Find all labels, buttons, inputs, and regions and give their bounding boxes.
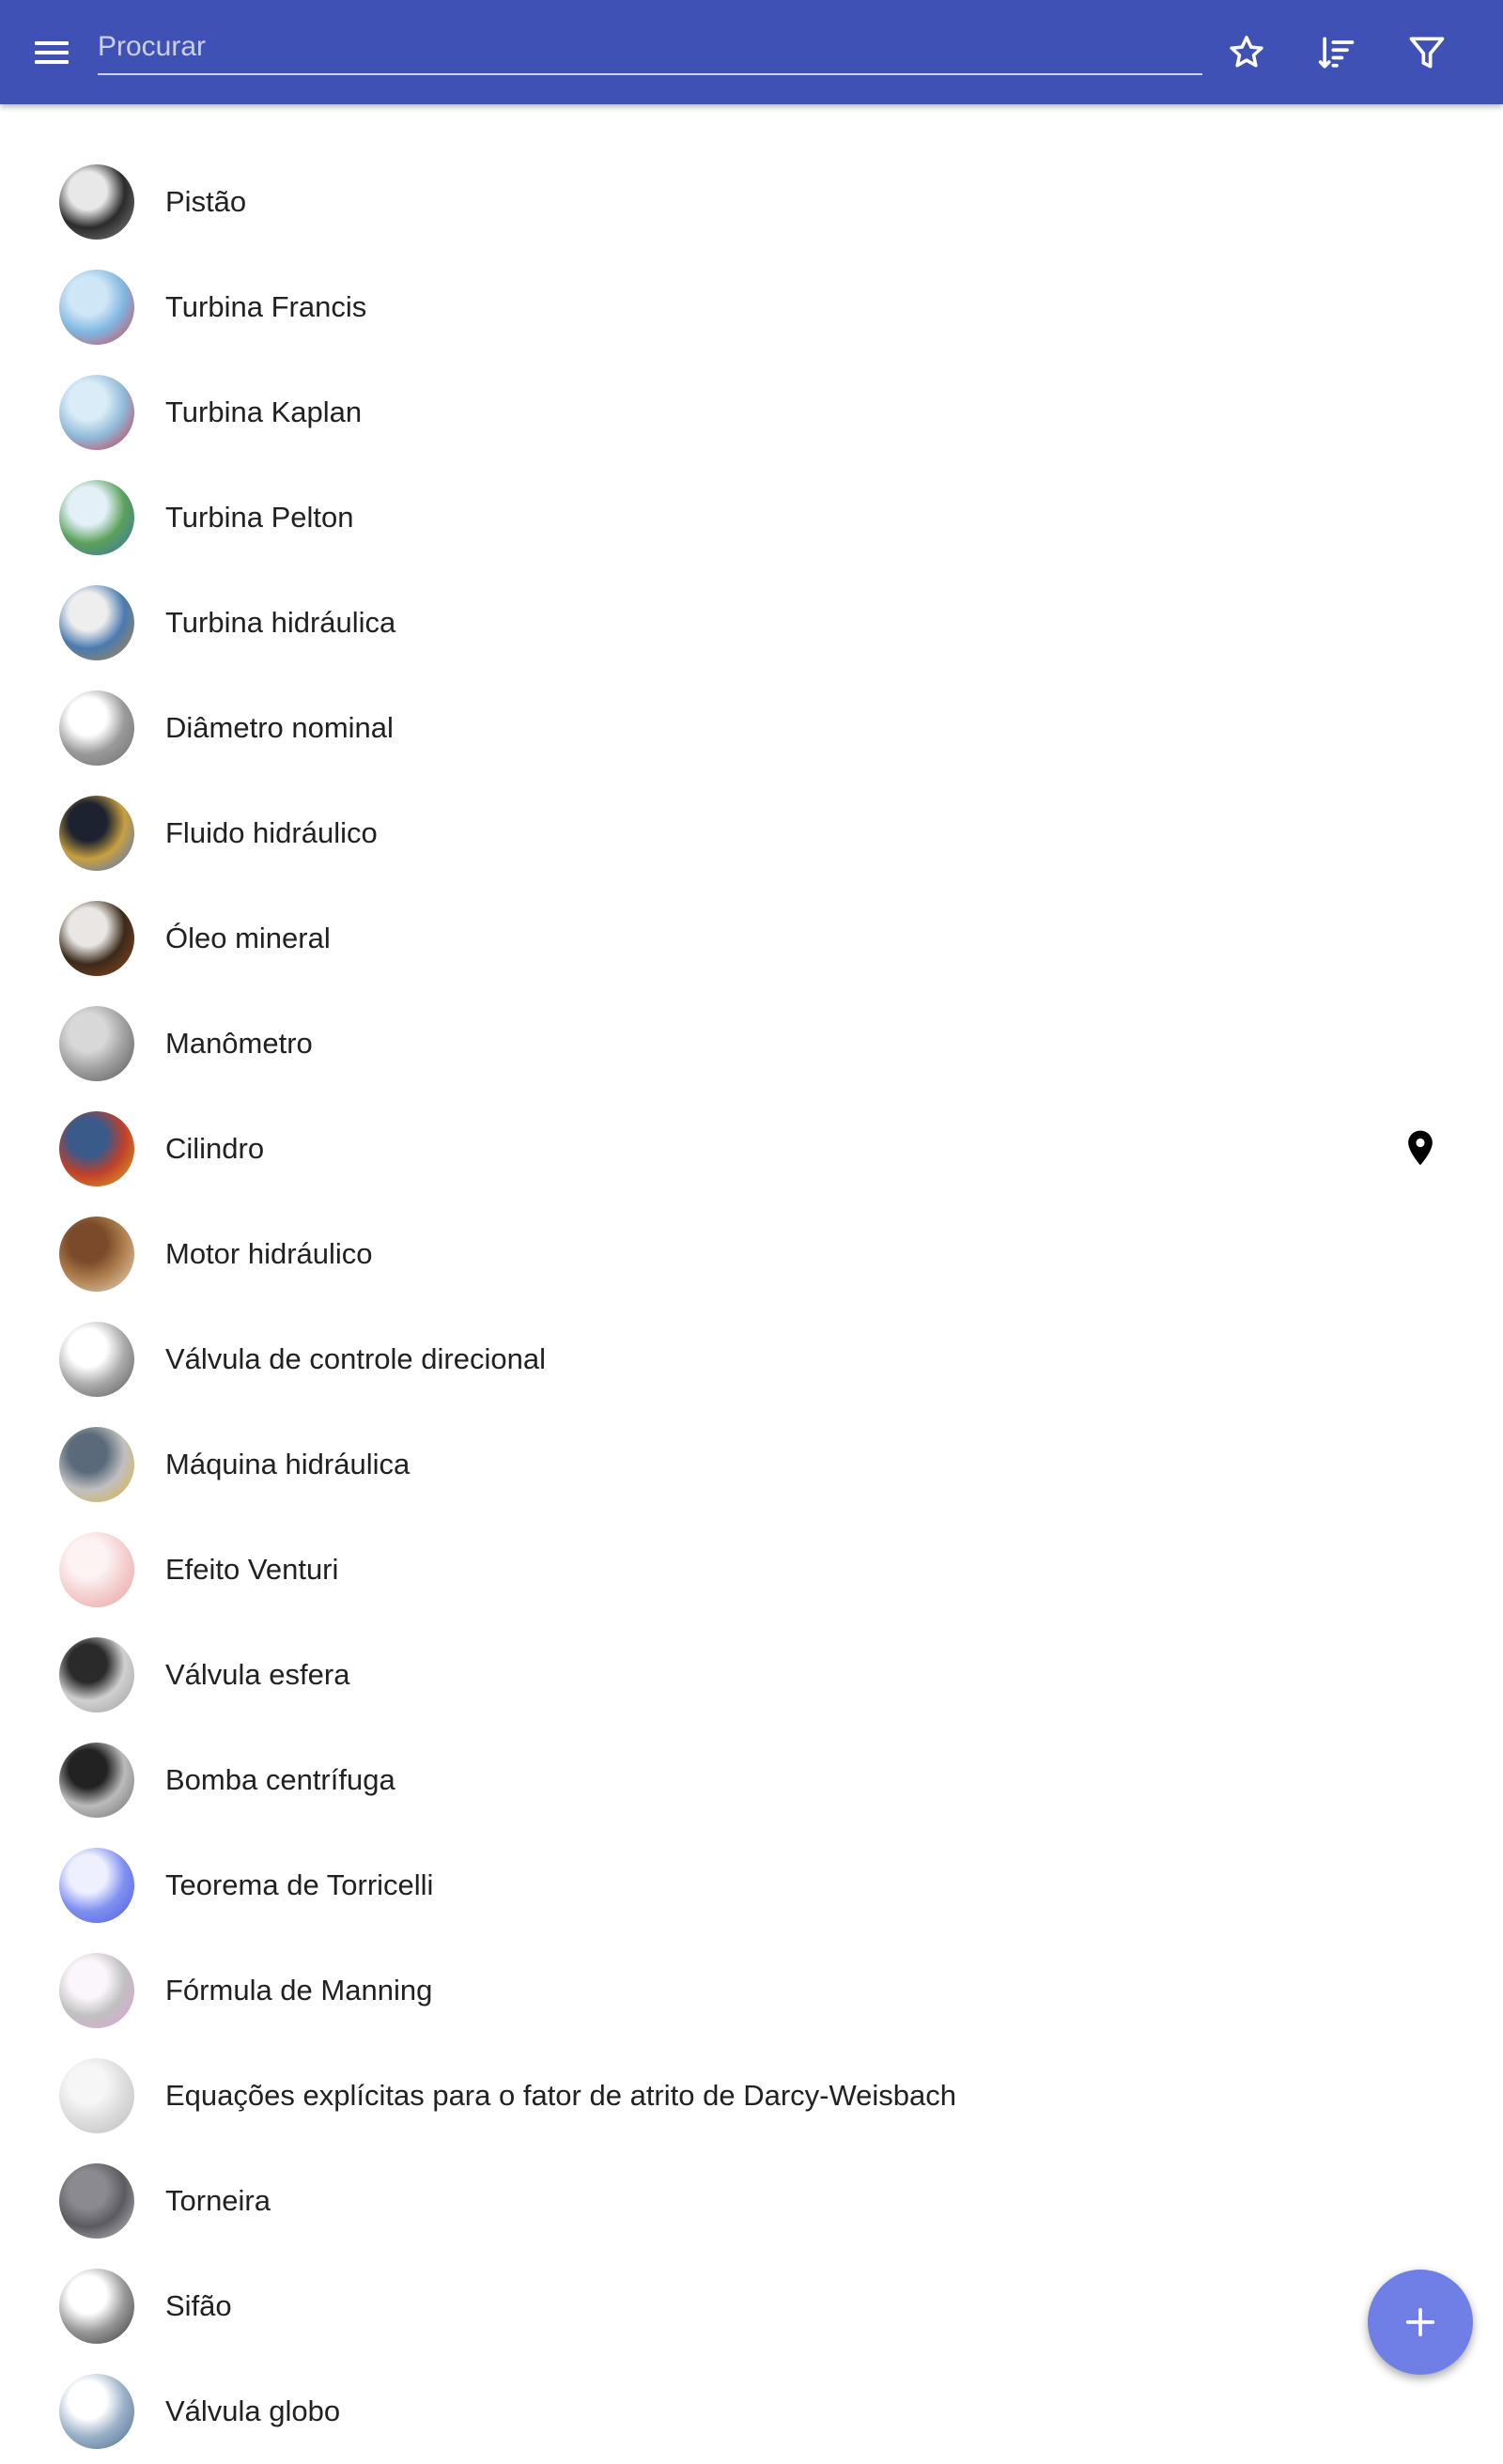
- item-label: Motor hidráulico: [165, 1237, 373, 1270]
- item-label: Turbina Kaplan: [165, 395, 363, 428]
- item-thumbnail: [59, 1111, 134, 1186]
- item-label: Turbina hidráulica: [165, 606, 396, 639]
- item-label: Válvula globo: [165, 2394, 341, 2427]
- item-label: Turbina Francis: [165, 290, 367, 323]
- list-item[interactable]: Fórmula de Manning: [0, 1938, 1503, 2043]
- filter-button[interactable]: [1401, 26, 1453, 79]
- item-label: Bomba centrífuga: [165, 1763, 395, 1796]
- filter-icon: [1409, 37, 1445, 69]
- item-label: Efeito Venturi: [165, 1553, 339, 1586]
- list-item[interactable]: Válvula de controle direcional: [0, 1307, 1503, 1412]
- item-label: Fluido hidráulico: [165, 816, 378, 849]
- item-thumbnail: [59, 901, 134, 976]
- item-thumbnail: [59, 2269, 134, 2344]
- list-item[interactable]: Sifão: [0, 2254, 1503, 2359]
- list-item[interactable]: Turbina Pelton: [0, 465, 1503, 570]
- list-item[interactable]: Turbina hidráulica: [0, 570, 1503, 675]
- list-item[interactable]: Motor hidráulico: [0, 1201, 1503, 1307]
- item-thumbnail: [59, 1848, 134, 1923]
- item-thumbnail: [59, 796, 134, 871]
- item-thumbnail: [59, 480, 134, 555]
- list-item[interactable]: Torneira: [0, 2148, 1503, 2254]
- add-button[interactable]: [1368, 2270, 1473, 2375]
- item-thumbnail: [59, 1006, 134, 1081]
- list-item[interactable]: Fluido hidráulico: [0, 781, 1503, 886]
- item-label: Óleo mineral: [165, 922, 331, 954]
- sort-icon: [1318, 37, 1355, 69]
- item-label: Sifão: [165, 2289, 232, 2322]
- item-label: Máquina hidráulica: [165, 1448, 411, 1480]
- item-thumbnail: [59, 2374, 134, 2449]
- item-label: Cilindro: [165, 1132, 265, 1165]
- list-item[interactable]: Válvula esfera: [0, 1622, 1503, 1728]
- item-thumbnail: [59, 1743, 134, 1818]
- item-thumbnail: [59, 1637, 134, 1712]
- search-input[interactable]: [98, 21, 1202, 75]
- list-item[interactable]: Teorema de Torricelli: [0, 1833, 1503, 1938]
- list-item[interactable]: Equações explícitas para o fator de atri…: [0, 2043, 1503, 2148]
- item-label: Manômetro: [165, 1027, 313, 1060]
- item-label: Torneira: [165, 2184, 271, 2217]
- item-thumbnail: [59, 270, 134, 345]
- item-thumbnail: [59, 375, 134, 450]
- item-label: Válvula esfera: [165, 1658, 350, 1691]
- item-thumbnail: [59, 164, 134, 240]
- plus-icon: [1405, 2307, 1435, 2337]
- menu-icon-bar: [35, 41, 69, 45]
- list-item[interactable]: Turbina Kaplan: [0, 360, 1503, 465]
- item-label: Fórmula de Manning: [165, 1974, 433, 2007]
- favorites-button[interactable]: [1220, 26, 1273, 79]
- item-thumbnail: [59, 1217, 134, 1292]
- star-outline-icon: [1230, 36, 1263, 68]
- list-item[interactable]: Cilindro: [0, 1096, 1503, 1201]
- list-item[interactable]: Pistão: [0, 149, 1503, 255]
- item-thumbnail: [59, 2058, 134, 2133]
- item-label: Válvula de controle direcional: [165, 1342, 546, 1375]
- list-item[interactable]: Turbina Francis: [0, 255, 1503, 360]
- item-thumbnail: [59, 2163, 134, 2239]
- item-thumbnail: [59, 1532, 134, 1607]
- list-item[interactable]: Óleo mineral: [0, 886, 1503, 991]
- menu-button[interactable]: [29, 34, 76, 71]
- item-label: Diâmetro nominal: [165, 711, 394, 744]
- list-item[interactable]: Válvula globo: [0, 2359, 1503, 2464]
- map-pin-icon[interactable]: [1400, 1124, 1441, 1171]
- item-thumbnail: [59, 1427, 134, 1502]
- menu-icon-bar: [35, 51, 69, 54]
- item-label: Teorema de Torricelli: [165, 1868, 434, 1901]
- list-item[interactable]: Manômetro: [0, 991, 1503, 1096]
- item-thumbnail: [59, 585, 134, 660]
- menu-icon-bar: [35, 60, 69, 64]
- list-item[interactable]: Efeito Venturi: [0, 1517, 1503, 1622]
- sort-button[interactable]: [1310, 26, 1363, 79]
- item-thumbnail: [59, 1953, 134, 2028]
- item-label: Pistão: [165, 185, 247, 218]
- list-item[interactable]: Bomba centrífuga: [0, 1728, 1503, 1833]
- item-thumbnail: [59, 690, 134, 766]
- list-item[interactable]: Máquina hidráulica: [0, 1412, 1503, 1517]
- app-bar: [0, 0, 1503, 104]
- item-label: Turbina Pelton: [165, 501, 354, 534]
- item-thumbnail: [59, 1322, 134, 1397]
- item-label: Equações explícitas para o fator de atri…: [165, 2079, 957, 2112]
- list-item[interactable]: Diâmetro nominal: [0, 675, 1503, 781]
